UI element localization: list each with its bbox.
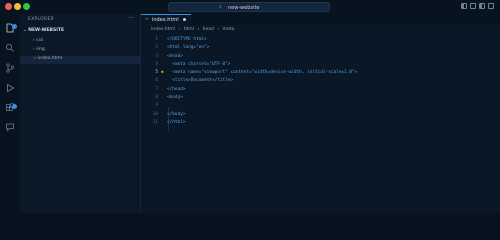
unsaved-dot-icon[interactable]: [183, 18, 186, 21]
chat-icon[interactable]: [5, 117, 15, 132]
code-line: 4 <meta charset="UTF-8">: [141, 61, 500, 69]
chevron-right-icon: ›: [178, 27, 181, 32]
code-line: 5 ✱ <meta name="viewport" content="width=…: [141, 69, 500, 77]
explorer-badge: [12, 24, 17, 29]
line-number: 8: [155, 95, 158, 101]
toggle-sidebar-icon[interactable]: [461, 3, 467, 9]
tree-item-img[interactable]: › img: [33, 47, 45, 52]
html-file-icon: ‹›: [33, 56, 37, 61]
search-icon: ⌕: [219, 4, 222, 10]
line-number: 6: [155, 78, 158, 84]
layout-controls: [461, 3, 494, 9]
code-line: 2 <html lang="en">: [141, 44, 500, 52]
window-title: new-website: [228, 4, 260, 11]
code-text[interactable]: <head>: [167, 53, 183, 61]
line-number: 1: [155, 37, 158, 42]
line-number: 7: [155, 86, 158, 92]
tree-item-css[interactable]: › css: [33, 38, 43, 43]
more-actions-button[interactable]: ···: [128, 15, 134, 22]
lightbulb-icon[interactable]: ✱: [161, 69, 164, 77]
html-icon: ‹›: [145, 17, 149, 22]
chevron-right-icon: ›: [197, 27, 200, 32]
search-icon[interactable]: [5, 38, 15, 52]
explorer-icon[interactable]: [5, 18, 17, 33]
tree-item-label: index.html: [38, 56, 63, 61]
tab-label: index.html: [152, 17, 179, 23]
editor-area: ‹› index.html index.html › html › head ›…: [141, 14, 500, 213]
code-line: 6 <title>Document</title>: [141, 77, 500, 85]
close-window-button[interactable]: [5, 3, 12, 10]
code-line: 7 </head>: [141, 86, 500, 94]
run-debug-icon[interactable]: [5, 78, 15, 93]
breadcrumb-item-meta[interactable]: meta: [223, 27, 235, 32]
command-center[interactable]: ⌕ new-website: [168, 2, 330, 12]
breadcrumb-item-file[interactable]: index.html: [151, 27, 175, 32]
extensions-badge: [12, 104, 17, 109]
code-line: 9: [141, 102, 500, 110]
tree-item-label: css: [36, 38, 44, 43]
title-bar: ⌕ new-website: [0, 0, 500, 14]
explorer-sidebar: EXPLORER ··· ⌄ NEW-WEBSITE › css › img ‹…: [20, 14, 141, 213]
code-text[interactable]: <!DOCTYPE html>: [167, 36, 207, 44]
activity-bar: [0, 14, 21, 213]
vscode-window: ⌕ new-website EXPLORER ··· ⌄ NEW-WEBSITE…: [0, 0, 500, 213]
code-line: 8 <body>: [141, 94, 500, 102]
toggle-panel-icon[interactable]: [470, 3, 476, 9]
chevron-down-icon: ⌄: [23, 28, 27, 33]
breadcrumb-item-head[interactable]: head: [203, 27, 214, 32]
tab-index-html[interactable]: ‹› index.html: [141, 14, 191, 25]
code-text[interactable]: <body>: [167, 94, 183, 102]
line-number: 3: [155, 53, 158, 59]
line-number: 2: [155, 45, 158, 51]
line-number: 9: [155, 103, 158, 109]
extensions-icon[interactable]: [5, 98, 17, 111]
chevron-right-icon: ›: [33, 47, 35, 52]
code-text[interactable]: </head>: [167, 86, 186, 94]
explorer-title: EXPLORER: [28, 17, 55, 22]
folder-label: NEW-WEBSITE: [28, 28, 65, 33]
tree-item-label: img: [36, 47, 45, 52]
code-text[interactable]: <title>Document</title>: [167, 77, 233, 85]
code-text[interactable]: <html lang="en">: [167, 44, 209, 52]
code-text[interactable]: <meta charset="UTF-8">: [167, 61, 230, 69]
code-text[interactable]: <meta name="viewport" content="width=dev…: [167, 69, 357, 77]
line-number: 4: [155, 61, 158, 67]
code-line: 11 </html>: [141, 119, 500, 127]
line-number: 11: [152, 119, 158, 125]
code-editor[interactable]: 1 <!DOCTYPE html> 2 <html lang="en"> 3 <hea…: [141, 36, 500, 131]
code-text[interactable]: </body>: [167, 111, 186, 119]
maximize-window-button[interactable]: [23, 3, 30, 10]
code-text[interactable]: </html>: [167, 119, 186, 127]
editor-tab-bar: ‹› index.html: [141, 14, 500, 25]
minimize-window-button[interactable]: [14, 3, 21, 10]
customize-layout-icon[interactable]: [488, 3, 494, 9]
tree-item-index-html[interactable]: ‹› index.html: [20, 56, 140, 64]
folder-new-website[interactable]: ⌄ NEW-WEBSITE: [23, 28, 64, 33]
source-control-icon[interactable]: [5, 58, 15, 73]
code-line: 3 <head>: [141, 53, 500, 61]
code-line: 10 </body>: [141, 111, 500, 119]
code-line: 1 <!DOCTYPE html>: [141, 36, 500, 44]
breadcrumb-item-html[interactable]: html: [184, 27, 194, 32]
breadcrumb: index.html › html › head › meta: [151, 27, 236, 32]
chevron-right-icon: ›: [33, 38, 35, 43]
toggle-secondary-sidebar-icon[interactable]: [479, 3, 485, 9]
chevron-right-icon: ›: [217, 27, 220, 32]
line-number: 5: [155, 70, 158, 76]
line-number: 10: [152, 111, 158, 117]
